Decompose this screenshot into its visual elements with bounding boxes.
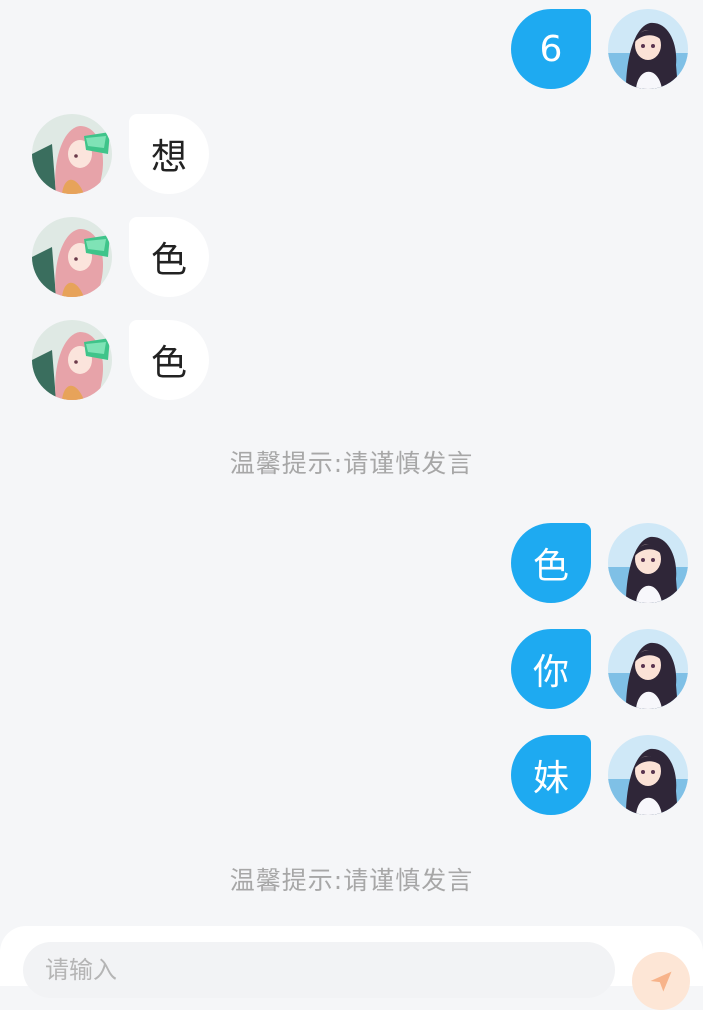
- self-avatar[interactable]: [608, 735, 688, 815]
- message-bubble[interactable]: 色: [511, 523, 591, 603]
- other-avatar[interactable]: [32, 320, 112, 400]
- self-avatar[interactable]: [608, 9, 688, 89]
- message-input[interactable]: [23, 942, 615, 998]
- self-avatar[interactable]: [608, 523, 688, 603]
- message-bubble[interactable]: 色: [129, 217, 209, 297]
- girl-avatar-icon: [608, 735, 688, 815]
- message-row: 想: [0, 113, 703, 195]
- message-row: 你: [0, 628, 703, 710]
- pink-hair-avatar-icon: [32, 320, 112, 400]
- message-bubble[interactable]: 你: [511, 629, 591, 709]
- girl-avatar-icon: [608, 9, 688, 89]
- message-row: 色: [0, 319, 703, 401]
- warning-notice: 温馨提示:请谨慎发言: [229, 449, 474, 478]
- other-avatar[interactable]: [32, 114, 112, 194]
- send-button[interactable]: [632, 952, 690, 1010]
- pink-hair-avatar-icon: [32, 217, 112, 297]
- message-bubble[interactable]: 6: [511, 9, 591, 89]
- chat-area[interactable]: 6 想 色 色 温馨提示:请谨慎发言 色 你 妹 温馨提示:请谨慎发言: [0, 0, 703, 925]
- message-row: 色: [0, 522, 703, 604]
- other-avatar[interactable]: [32, 217, 112, 297]
- message-row: 妹: [0, 734, 703, 816]
- self-avatar[interactable]: [608, 629, 688, 709]
- message-bubble[interactable]: 妹: [511, 735, 591, 815]
- message-row: 色: [0, 216, 703, 298]
- message-bubble[interactable]: 想: [129, 114, 209, 194]
- input-bar: [0, 926, 703, 1010]
- send-icon: [650, 971, 672, 992]
- girl-avatar-icon: [608, 523, 688, 603]
- message-row: 6: [0, 8, 703, 90]
- warning-notice: 温馨提示:请谨慎发言: [229, 866, 474, 895]
- girl-avatar-icon: [608, 629, 688, 709]
- pink-hair-avatar-icon: [32, 114, 112, 194]
- message-bubble[interactable]: 色: [129, 320, 209, 400]
